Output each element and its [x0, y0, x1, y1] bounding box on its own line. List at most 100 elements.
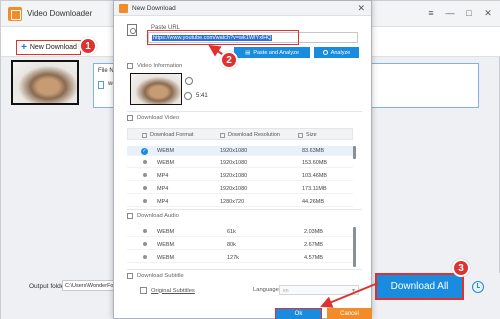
analyze-button[interactable]: Analyze: [314, 47, 359, 58]
link-icon: [127, 24, 137, 36]
window-controls: ≡ — □ ✕: [426, 8, 493, 19]
row-size: 83.63MB: [302, 148, 325, 154]
step-3-badge: 3: [452, 259, 470, 277]
divider: [127, 269, 362, 270]
step-1-badge: 1: [79, 37, 97, 55]
ok-button[interactable]: Ok: [275, 308, 322, 319]
row-resolution: 1280x720: [220, 199, 245, 205]
divider: [127, 111, 362, 112]
audio-row[interactable]: WEBM 80k 2.67MB: [127, 240, 353, 250]
row-bitrate: 61k: [227, 229, 236, 235]
dialog-titlebar: New Download ✕: [114, 1, 371, 16]
video-row[interactable]: WEBM 1920x1080 153.60MB: [127, 158, 353, 168]
menu-icon[interactable]: ≡: [426, 8, 436, 19]
row-size: 153.60MB: [302, 160, 328, 166]
gear-icon: [185, 77, 193, 85]
new-download-button[interactable]: + New Download: [16, 40, 81, 55]
row-format: MP4: [157, 186, 169, 192]
clipboard-icon: ▤: [245, 49, 251, 56]
col-format: Download Format: [142, 132, 193, 138]
radio-icon: [143, 173, 147, 177]
download-video-header: Download Video: [127, 115, 179, 121]
col-resolution: Download Resolution: [220, 132, 280, 138]
radio-icon: [143, 229, 147, 233]
row-format: WEBM: [157, 148, 175, 154]
close-icon[interactable]: ✕: [483, 8, 493, 19]
new-download-label: New Download: [29, 44, 77, 51]
row-resolution: 1920x1080: [220, 160, 248, 166]
row-resolution: 1920x1080: [220, 186, 248, 192]
row-size: 2.03MB: [304, 229, 323, 235]
language-label: Language: [253, 287, 279, 293]
audio-row[interactable]: WEBM 127k 4.57MB: [127, 253, 353, 263]
file-icon: [98, 81, 104, 89]
app-logo-icon: [8, 7, 22, 21]
new-download-dialog: New Download ✕ Paste URL https://www.you…: [113, 0, 372, 319]
video-row[interactable]: MP4 1920x1080 173.11MB: [127, 184, 353, 194]
row-size: 4.57MB: [304, 255, 323, 261]
row-format: MP4: [157, 173, 169, 179]
search-icon: [322, 50, 328, 55]
minimize-icon[interactable]: —: [445, 8, 455, 19]
language-value: en: [283, 288, 289, 294]
video-thumbnail[interactable]: [11, 60, 79, 105]
check-icon: ✓: [141, 148, 148, 155]
alarm-clock-icon[interactable]: [472, 281, 484, 293]
row-bitrate: 127k: [227, 255, 239, 261]
info-icon: [127, 63, 133, 69]
video-row[interactable]: MP4 1920x1080 103.46MB: [127, 171, 353, 181]
download-subtitle-header: Download Subtitle: [127, 273, 184, 279]
plus-icon: +: [21, 41, 27, 53]
video-row[interactable]: MP4 1280x720 44.26MB: [127, 197, 353, 207]
radio-icon: [143, 255, 147, 259]
audio-row[interactable]: WEBM 61k 2.03MB: [127, 227, 353, 237]
language-select[interactable]: en ▾: [279, 285, 359, 295]
video-duration: 5:41: [196, 93, 208, 99]
row-size: 2.67MB: [304, 242, 323, 248]
download-audio-header: Download Audio: [127, 213, 179, 219]
dialog-title: New Download: [132, 5, 176, 12]
radio-icon: [143, 242, 147, 246]
row-size: 103.46MB: [302, 173, 328, 179]
row-format: WEBM: [157, 242, 175, 248]
cancel-button[interactable]: Cancel: [327, 308, 372, 319]
row-format: WEBM: [157, 160, 175, 166]
video-scrollbar[interactable]: [353, 146, 356, 159]
video-info-header-label: Video Information: [137, 63, 183, 69]
video-info-thumbnail: [130, 73, 182, 105]
chevron-down-icon: ▾: [351, 288, 355, 294]
audio-scrollbar[interactable]: [353, 227, 356, 267]
original-subtitles-checkbox[interactable]: [140, 287, 147, 294]
radio-icon: [143, 160, 147, 164]
audio-icon: [127, 213, 133, 219]
divider: [127, 209, 362, 210]
download-audio-header-label: Download Audio: [137, 213, 179, 219]
paste-and-analyze-label: Paste and Analyze: [253, 49, 299, 56]
analyze-label: Analyze: [330, 49, 351, 56]
original-subtitles-label: Original Subtitles: [151, 287, 195, 294]
video-row[interactable]: ✓ WEBM 1920x1080 83.63MB: [127, 146, 353, 156]
video-icon: [127, 115, 133, 121]
row-format: MP4: [157, 199, 169, 205]
row-resolution: 1920x1080: [220, 173, 248, 179]
row-resolution: 1920x1080: [220, 148, 248, 154]
step-2-badge: 2: [220, 51, 238, 69]
paste-and-analyze-button[interactable]: ▤ Paste and Analyze: [234, 47, 310, 58]
row-format: WEBM: [157, 255, 175, 261]
clock-icon: [184, 92, 192, 100]
subtitle-icon: [127, 273, 133, 279]
download-subtitle-header-label: Download Subtitle: [137, 273, 184, 279]
url-highlight-box: [147, 30, 299, 45]
dialog-close-icon[interactable]: ✕: [357, 3, 365, 14]
row-size: 44.26MB: [302, 199, 325, 205]
maximize-icon[interactable]: □: [464, 8, 474, 19]
row-format: WEBM: [157, 229, 175, 235]
row-size: 173.11MB: [302, 186, 327, 192]
original-subtitles-option[interactable]: Original Subtitles: [140, 287, 195, 294]
dialog-logo-icon: [119, 4, 128, 13]
main-window-title: Video Downloader: [27, 9, 93, 18]
download-video-header-label: Download Video: [137, 115, 180, 121]
video-table-header: Download Format Download Resolution Size: [127, 128, 353, 140]
download-all-button[interactable]: Download All: [375, 273, 464, 300]
row-bitrate: 80k: [227, 242, 236, 248]
